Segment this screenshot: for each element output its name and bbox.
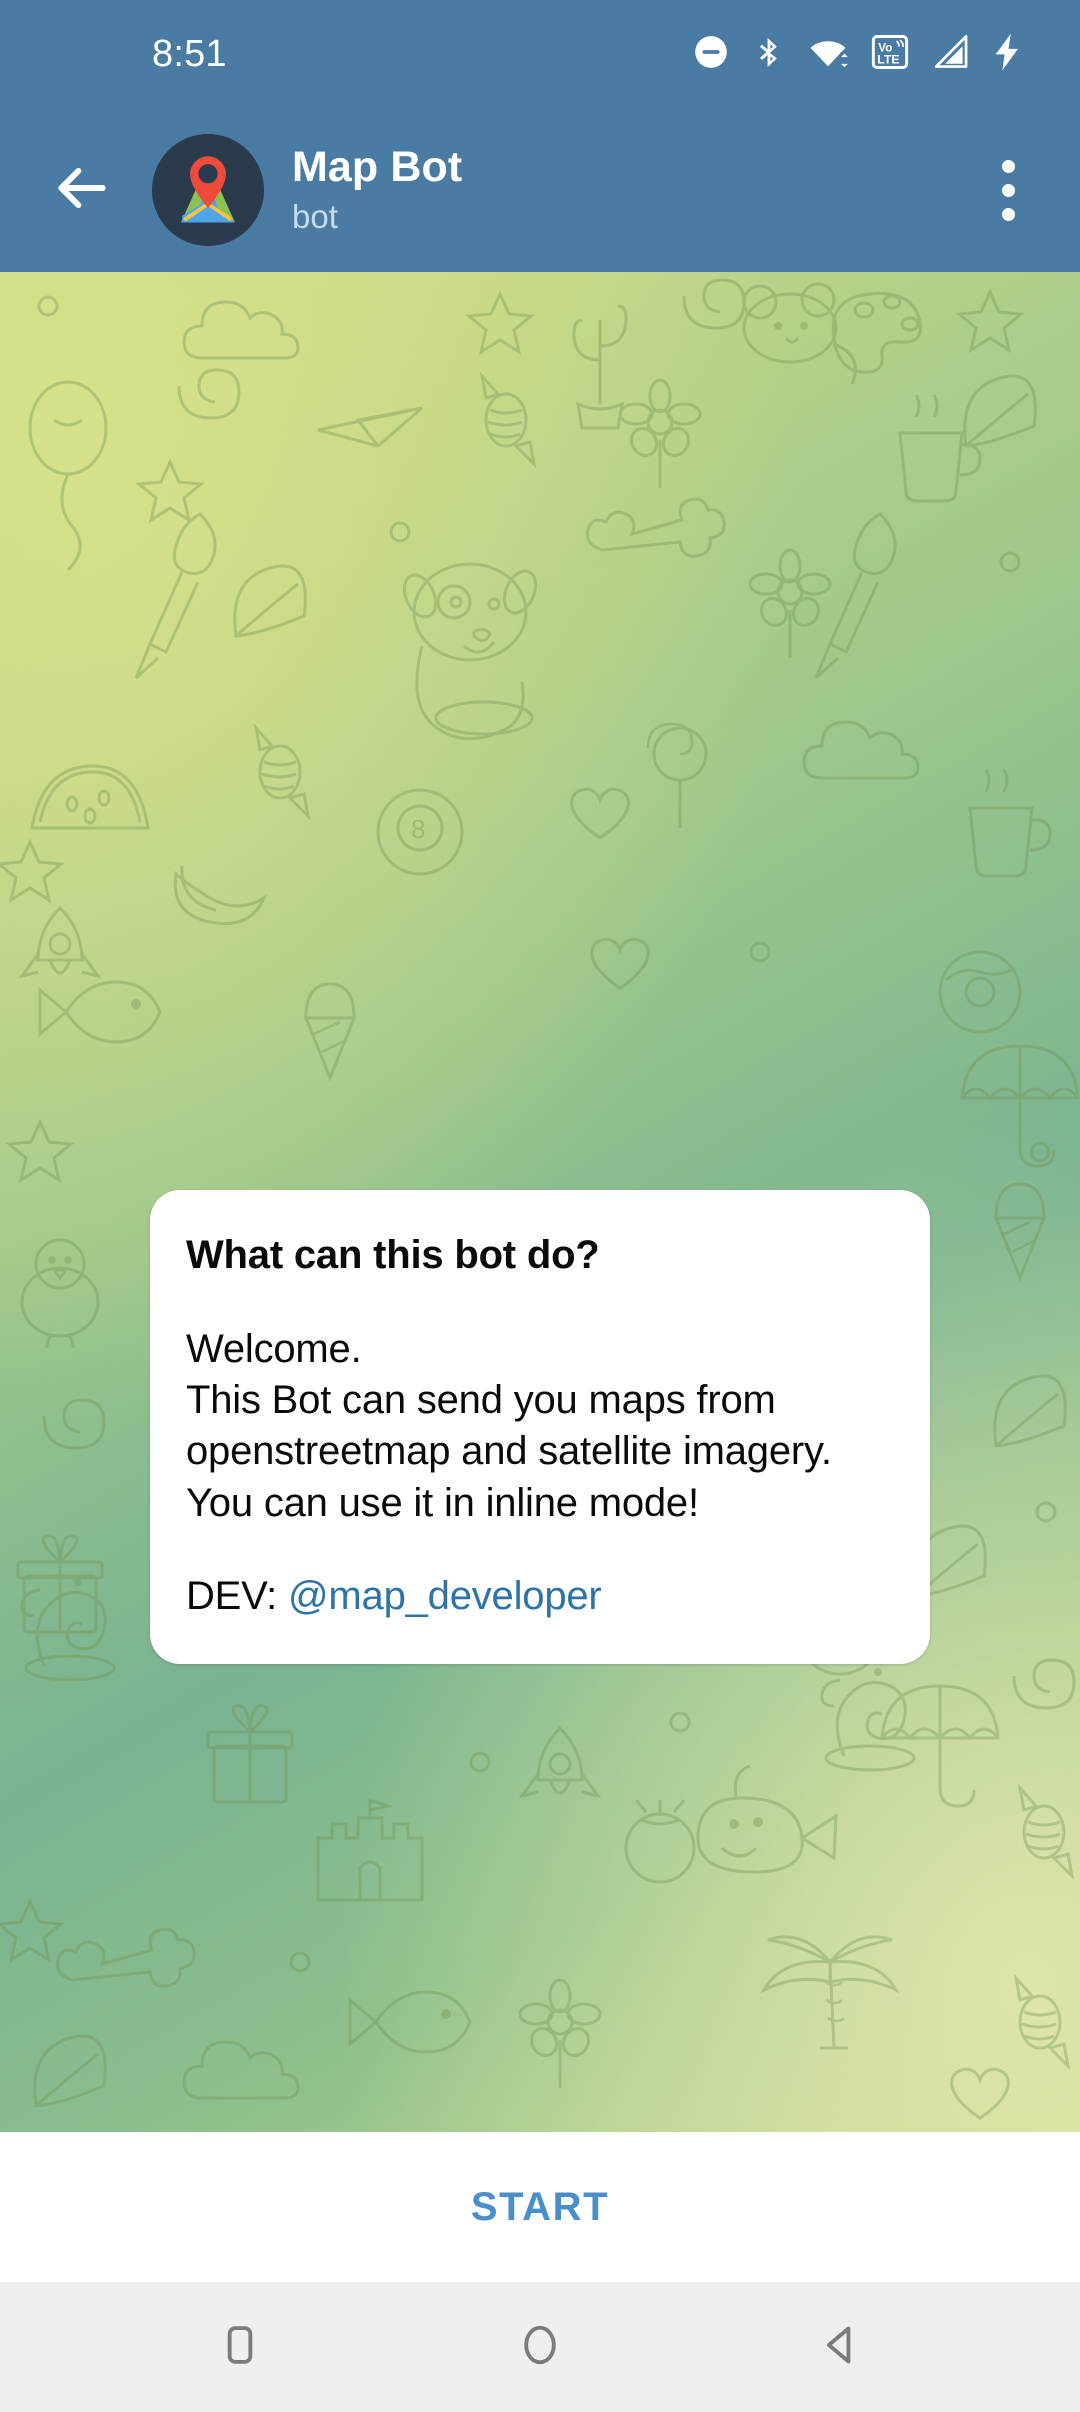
chat-title-block[interactable]: Map Bot bot (292, 143, 960, 237)
bluetooth-icon (752, 33, 786, 76)
start-button[interactable]: START (0, 2132, 1080, 2282)
back-button[interactable] (30, 138, 134, 242)
circle-icon (517, 2322, 563, 2373)
square-icon (217, 2322, 263, 2373)
message-body: Welcome. This Bot can send you maps from… (186, 1327, 832, 1525)
message-dev-line: DEV: @map_developer (186, 1571, 894, 1622)
status-bar-clock: 8:51 (152, 32, 227, 75)
dev-handle-link[interactable]: @map_developer (288, 1574, 602, 1618)
menu-dot (1001, 159, 1015, 173)
menu-dot (1001, 183, 1015, 197)
nav-back-button[interactable] (785, 2292, 895, 2402)
map-pin-avatar-icon (152, 134, 264, 246)
do-not-disturb-icon (692, 33, 730, 76)
nav-home-button[interactable] (485, 2292, 595, 2402)
svg-text:LTE: LTE (877, 52, 899, 66)
cellular-signal-icon (932, 33, 970, 76)
chat-area[interactable]: 8 (0, 272, 1080, 2132)
message-bubble[interactable]: What can this bot do? Welcome. This Bot … (150, 1190, 930, 1664)
chat-subtitle: bot (292, 198, 338, 236)
status-bar: 8:51 Vo LTE (0, 0, 1080, 108)
app-bar: Map Bot bot (0, 108, 1080, 272)
battery-charging-icon (992, 32, 1022, 77)
dev-label: DEV: (186, 1573, 288, 1618)
nav-recents-button[interactable] (185, 2292, 295, 2402)
phone-screen: 8:51 Vo LTE Map Bot bot What can this bo… (0, 0, 1080, 2412)
page-title: Map Bot (292, 143, 463, 192)
start-button-label: START (470, 2184, 610, 2229)
message-heading: What can this bot do? (186, 1233, 600, 1277)
more-vertical-icon[interactable] (960, 138, 1056, 242)
android-navigation-bar (0, 2282, 1080, 2412)
wifi-icon (808, 33, 849, 76)
avatar[interactable] (152, 134, 264, 246)
arrow-left-icon (51, 157, 113, 224)
menu-dot (1001, 207, 1015, 221)
status-bar-icons: Vo LTE (692, 32, 1044, 77)
triangle-left-icon (817, 2322, 863, 2373)
volte-icon: Vo LTE (870, 33, 910, 76)
